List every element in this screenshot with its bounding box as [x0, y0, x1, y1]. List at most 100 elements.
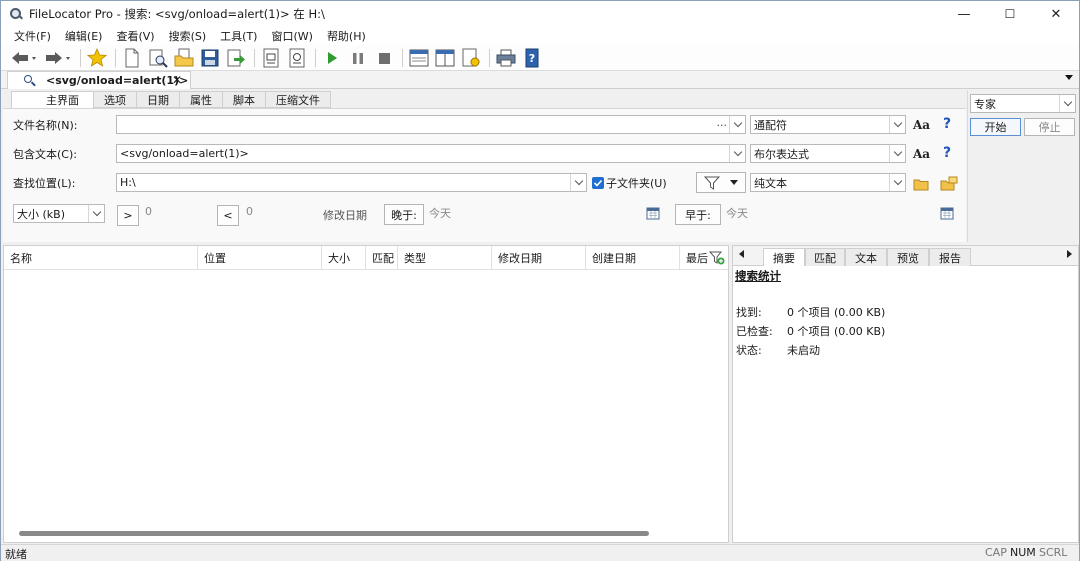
- filename-mode-value: 通配符: [754, 118, 787, 132]
- tab-script[interactable]: 脚本: [223, 91, 266, 108]
- content-help-icon[interactable]: ?: [943, 145, 951, 161]
- found-value: 0 个项目 (0.00 KB): [787, 306, 886, 319]
- menu-bar: 文件(F) 编辑(E) 查看(V) 搜索(S) 工具(T) 窗口(W) 帮助(H…: [1, 27, 1079, 45]
- column-header-location[interactable]: 位置: [198, 246, 322, 270]
- close-button[interactable]: ✕: [1033, 1, 1079, 27]
- content-dropdown-icon[interactable]: [729, 145, 745, 162]
- query-tab[interactable]: <svg/onload=alert(1)> ✕: [7, 71, 191, 89]
- start-search-button[interactable]: [321, 47, 343, 69]
- match-case-content-icon[interactable]: Aa: [913, 147, 930, 161]
- new-search-button[interactable]: [121, 47, 143, 69]
- filename-input[interactable]: ...: [116, 115, 746, 134]
- tab-date[interactable]: 日期: [137, 91, 180, 108]
- calendar-icon[interactable]: [940, 206, 954, 223]
- calendar-icon[interactable]: [646, 206, 660, 223]
- export-button[interactable]: [225, 47, 247, 69]
- filename-dropdown-icon[interactable]: [729, 116, 745, 133]
- summary-panel: 摘要 匹配 文本 预览 报告 搜索统计 找到: 0 个项目 (0.00 KB) …: [732, 245, 1079, 543]
- properties-button[interactable]: [260, 47, 282, 69]
- size-greater-value[interactable]: 0: [145, 205, 152, 218]
- summary-tabs: 摘要 匹配 文本 预览 报告: [733, 246, 1078, 266]
- pause-search-button[interactable]: [347, 47, 369, 69]
- chevron-down-icon: [88, 205, 104, 222]
- menu-window[interactable]: 窗口(W): [264, 28, 319, 44]
- tab-attributes[interactable]: 属性: [180, 91, 223, 108]
- later-than-value[interactable]: 今天: [429, 205, 451, 221]
- help-book-button[interactable]: ?: [521, 47, 543, 69]
- tab-text[interactable]: 文本: [845, 248, 887, 266]
- folder-options-icon[interactable]: [940, 175, 958, 194]
- back-button[interactable]: [9, 47, 39, 69]
- tab-scroll-right-icon[interactable]: [1067, 250, 1072, 258]
- later-than-button[interactable]: 晚于:: [384, 204, 424, 225]
- minimize-button[interactable]: —: [941, 1, 987, 27]
- maximize-button[interactable]: ☐: [987, 1, 1033, 27]
- save-button[interactable]: [199, 47, 221, 69]
- subfolder-checkbox[interactable]: [592, 177, 604, 189]
- browse-dots-button[interactable]: ...: [717, 116, 728, 129]
- forward-button[interactable]: [43, 47, 73, 69]
- column-header-name[interactable]: 名称: [4, 246, 198, 270]
- document-view-icon: [289, 48, 305, 67]
- menu-search[interactable]: 搜索(S): [162, 28, 214, 44]
- greater-than-button[interactable]: >: [117, 205, 139, 226]
- view-document-button[interactable]: [286, 47, 308, 69]
- column-header-type[interactable]: 类型: [398, 246, 492, 270]
- location-mode-select[interactable]: 纯文本: [750, 173, 906, 192]
- filter-dropdown-button[interactable]: [696, 172, 746, 193]
- query-tab-close-icon[interactable]: ✕: [172, 73, 182, 87]
- column-header-size[interactable]: 大小: [322, 246, 366, 270]
- tab-archives[interactable]: 压缩文件: [266, 91, 331, 108]
- menu-tools[interactable]: 工具(T): [213, 28, 264, 44]
- content-mode-select[interactable]: 布尔表达式: [750, 144, 906, 163]
- open-folder-button[interactable]: [173, 47, 195, 69]
- location-dropdown-icon[interactable]: [570, 174, 586, 191]
- column-header-modified[interactable]: 修改日期: [492, 246, 586, 270]
- start-button[interactable]: 开始: [970, 118, 1021, 136]
- content-label: 包含文本(C):: [13, 148, 77, 161]
- tab-scroll-left-icon[interactable]: [739, 250, 744, 258]
- tab-preview[interactable]: 预览: [887, 248, 929, 266]
- layout-horizontal-button[interactable]: [408, 47, 430, 69]
- earlier-than-value[interactable]: 今天: [726, 205, 748, 221]
- less-than-button[interactable]: <: [217, 205, 239, 226]
- column-header-created[interactable]: 创建日期: [586, 246, 680, 270]
- filename-mode-select[interactable]: 通配符: [750, 115, 906, 134]
- stop-search-button[interactable]: [373, 47, 395, 69]
- column-filter-add-icon[interactable]: [708, 250, 725, 269]
- results-table: 名称 位置 大小 匹配 类型 修改日期 创建日期 最后: [3, 245, 729, 543]
- size-unit-select[interactable]: 大小 (kB): [13, 204, 105, 223]
- cap-indicator: CAP: [985, 546, 1007, 559]
- checkmark-icon: [593, 179, 603, 187]
- menu-edit[interactable]: 编辑(E): [58, 28, 110, 44]
- open-criteria-button[interactable]: [147, 47, 169, 69]
- tab-main[interactable]: 主界面: [11, 91, 94, 108]
- browse-folder-icon[interactable]: [913, 177, 929, 194]
- menu-help[interactable]: 帮助(H): [320, 28, 373, 44]
- size-less-value[interactable]: 0: [246, 205, 253, 218]
- mode-select[interactable]: 专家: [970, 94, 1076, 113]
- location-input[interactable]: H:\: [116, 173, 587, 192]
- column-header-last[interactable]: 最后: [680, 246, 710, 270]
- checked-label: 已检查:: [736, 325, 773, 338]
- tab-summary[interactable]: 摘要: [763, 248, 805, 266]
- layout-split-button[interactable]: [434, 47, 456, 69]
- print-button[interactable]: [495, 47, 517, 69]
- column-header-hits[interactable]: 匹配: [366, 246, 398, 270]
- title-bar: FileLocator Pro - 搜索: <svg/onload=alert(…: [1, 1, 1079, 27]
- favorites-button[interactable]: [86, 47, 108, 69]
- menu-view[interactable]: 查看(V): [109, 28, 161, 44]
- stop-button[interactable]: 停止: [1024, 118, 1075, 136]
- tab-list-dropdown-icon[interactable]: [1065, 75, 1073, 80]
- match-case-filename-icon[interactable]: Aa: [913, 118, 930, 132]
- search-icon: [24, 74, 36, 87]
- menu-file[interactable]: 文件(F): [7, 28, 58, 44]
- content-input[interactable]: <svg/onload=alert(1)>: [116, 144, 746, 163]
- tab-report[interactable]: 报告: [929, 248, 971, 266]
- earlier-than-button[interactable]: 早于:: [675, 204, 721, 225]
- tab-hits[interactable]: 匹配: [805, 248, 845, 266]
- report-settings-button[interactable]: [460, 47, 482, 69]
- tab-options[interactable]: 选项: [94, 91, 137, 108]
- filename-help-icon[interactable]: ?: [943, 116, 951, 132]
- horizontal-scrollbar[interactable]: [19, 531, 649, 536]
